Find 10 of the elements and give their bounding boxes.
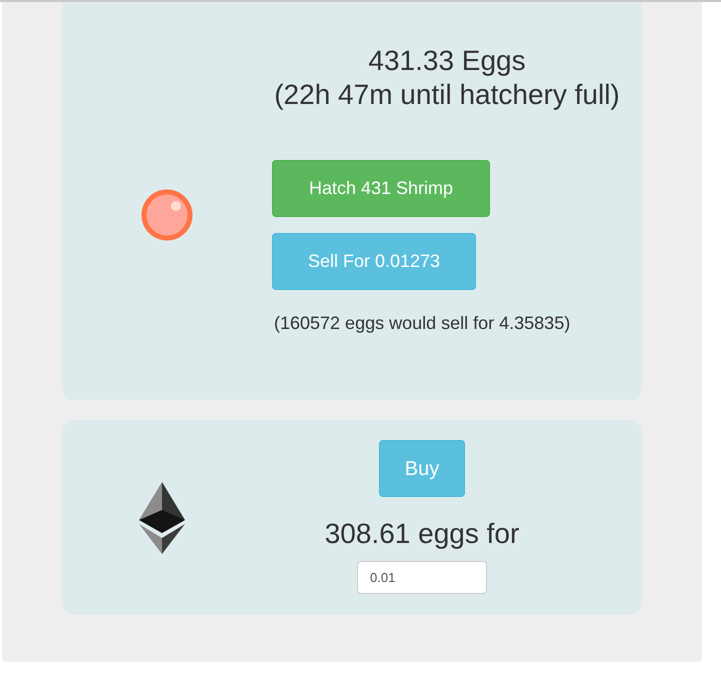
hatchery-timer: (22h 47m until hatchery full) (273, 78, 621, 112)
eggs-for-label: 308.61 eggs for (324, 517, 520, 551)
amount-field[interactable]: 0.01 (357, 561, 487, 594)
buy-button[interactable]: Buy (379, 440, 465, 497)
sell-note: (160572 eggs would sell for 4.35835) (274, 312, 572, 335)
sell-button[interactable]: Sell For 0.01273 (272, 233, 476, 290)
ethereum-icon (139, 482, 185, 554)
egg-count: 431.33 Eggs (367, 44, 527, 78)
hatch-button[interactable]: Hatch 431 Shrimp (272, 160, 490, 217)
shrimp-egg-icon (141, 189, 193, 241)
